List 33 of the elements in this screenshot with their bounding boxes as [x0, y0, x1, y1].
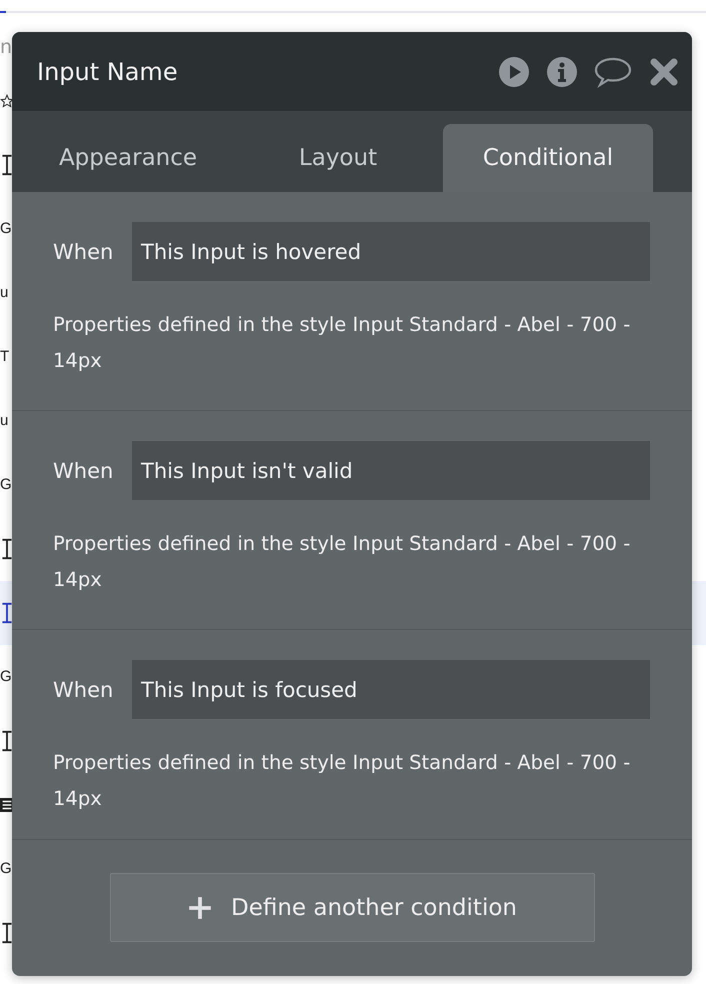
condition-field[interactable]: This Input is focused	[132, 660, 650, 719]
text-cursor-icon	[0, 730, 14, 752]
text-cursor-icon	[0, 602, 14, 624]
element-label: G	[0, 475, 12, 495]
play-icon[interactable]	[498, 56, 530, 88]
text-cursor-icon	[0, 538, 14, 560]
info-icon[interactable]	[546, 56, 578, 88]
add-condition-button[interactable]: Define another condition	[110, 873, 594, 942]
condition-description: Properties defined in the style Input Standard - Abel - 700 - 14px	[53, 312, 632, 374]
header-text: n	[0, 35, 14, 59]
condition-description: Properties defined in the style Input Standard - Abel - 700 - 14px	[53, 531, 632, 593]
condition-field[interactable]: This Input isn't valid	[132, 441, 650, 500]
when-label: When	[53, 458, 114, 482]
when-label: When	[53, 678, 114, 702]
condition-field[interactable]: This Input is hovered	[132, 222, 650, 281]
panel-title: Input Name	[37, 58, 178, 86]
element-label: u	[0, 283, 8, 303]
comment-icon[interactable]	[594, 56, 632, 88]
tab[interactable]: Appearance	[23, 124, 233, 192]
text-cursor-icon	[0, 922, 14, 944]
element-label: G	[0, 667, 12, 687]
condition-description: Properties defined in the style Input Standard - Abel - 700 - 14px	[53, 750, 632, 812]
tab[interactable]: Layout	[233, 124, 443, 192]
when-label: When	[53, 240, 114, 264]
selection-indicator	[0, 11, 6, 13]
text-cursor-icon	[0, 154, 14, 176]
tab[interactable]: Conditional	[443, 124, 653, 192]
element-label: T	[0, 347, 10, 367]
close-icon[interactable]	[648, 56, 680, 88]
element-label: G	[0, 859, 12, 879]
element-label: G	[0, 219, 12, 239]
element-label: u	[0, 411, 8, 431]
plus-icon	[187, 894, 213, 920]
